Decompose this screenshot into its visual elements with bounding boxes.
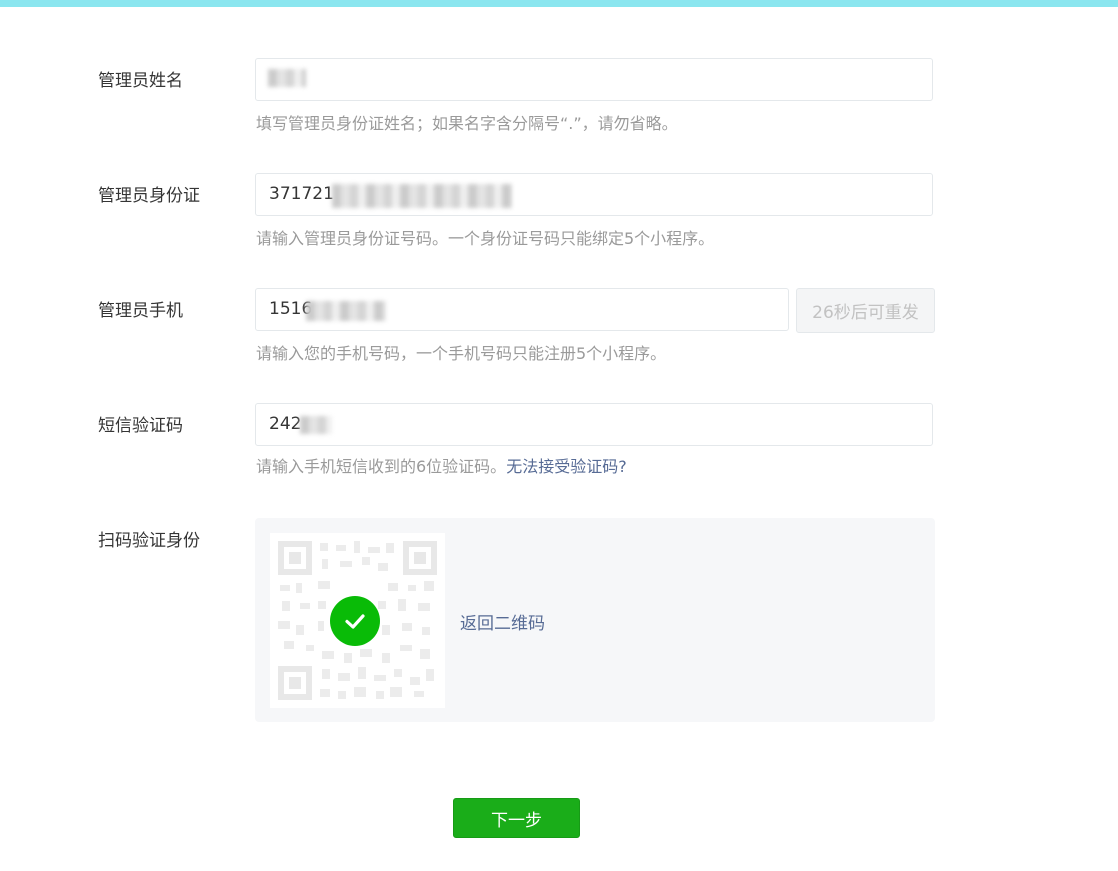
sms-code-value: 242 (269, 414, 302, 434)
back-to-qr-link[interactable]: 返回二维码 (460, 612, 545, 636)
redaction-mask (306, 301, 386, 321)
admin-id-hint: 请输入管理员身份证号码。一个身份证号码只能绑定5个小程序。 (256, 229, 715, 248)
sms-code-input[interactable]: 242 (255, 403, 933, 446)
redaction-mask (332, 184, 512, 208)
redaction-mask (268, 69, 306, 87)
admin-id-value: 371721 (269, 184, 334, 204)
sms-code-hint: 请输入手机短信收到的6位验证码。无法接受验证码? (256, 456, 627, 478)
check-circle-icon (330, 596, 380, 646)
admin-phone-label: 管理员手机 (98, 301, 183, 321)
checkmark-icon (345, 614, 365, 629)
qr-code-box (270, 533, 445, 708)
admin-id-input[interactable]: 371721 (255, 173, 933, 216)
top-accent-bar (0, 0, 1118, 7)
scan-verify-label: 扫码验证身份 (98, 531, 200, 551)
admin-phone-input[interactable]: 1516 (255, 288, 789, 331)
resend-code-button[interactable]: 26秒后可重发 (796, 288, 935, 333)
admin-id-label: 管理员身份证 (98, 186, 200, 206)
next-step-button[interactable]: 下一步 (453, 798, 580, 838)
admin-name-input[interactable] (255, 58, 933, 101)
admin-phone-hint: 请输入您的手机号码，一个手机号码只能注册5个小程序。 (256, 344, 667, 363)
sms-code-label: 短信验证码 (98, 416, 183, 436)
sms-help-link[interactable]: 无法接受验证码? (506, 457, 627, 476)
redaction-mask (300, 416, 332, 434)
admin-name-hint: 填写管理员身份证姓名；如果名字含分隔号“.”，请勿省略。 (256, 114, 678, 133)
sms-code-hint-text: 请输入手机短信收到的6位验证码。 (256, 457, 507, 476)
qr-panel: 返回二维码 (255, 518, 935, 722)
admin-name-label: 管理员姓名 (98, 71, 183, 91)
